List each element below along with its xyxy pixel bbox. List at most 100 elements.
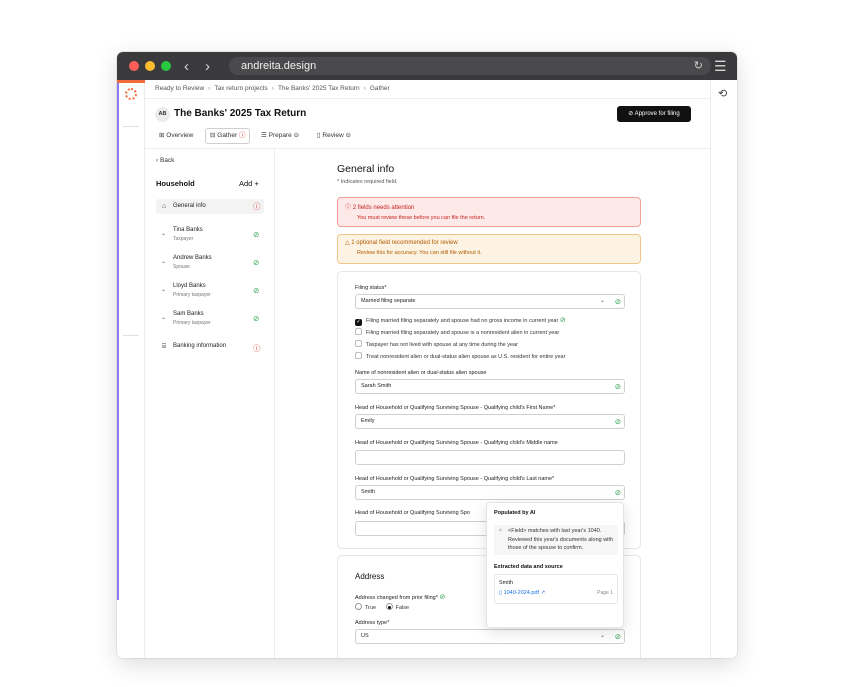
- ai-source-popover: Populated by AI ✧ <Field> matches with l…: [486, 502, 624, 628]
- file-icon: ▯: [499, 590, 503, 596]
- sidebar-item-tina-banks[interactable]: ⌄ Tina Banks Taxpayer ⊘: [156, 227, 264, 245]
- approve-for-filing-button[interactable]: ⊘ Approve for filing: [617, 106, 691, 122]
- input-value: Sarah Smith: [361, 383, 392, 389]
- forward-arrow-icon[interactable]: ›: [205, 58, 210, 75]
- alert-title: 2 fields needs attention: [352, 205, 415, 211]
- source-card: Smith ▯ 1040-2024.pdf ↗ Page 1: [494, 574, 618, 604]
- alert-body: You must review these before you can fil…: [357, 215, 486, 221]
- home-icon: ⌂: [162, 203, 167, 210]
- radio-true[interactable]: [355, 603, 362, 610]
- sidebar-item-label: Lloyd Banks: [173, 283, 206, 289]
- tab-label: Overview: [166, 132, 194, 139]
- bank-icon: ⌸: [162, 343, 167, 350]
- address-type-select[interactable]: US ⌄ ⊘: [355, 629, 625, 644]
- address-heading: Address: [355, 572, 385, 581]
- checkbox[interactable]: [355, 340, 362, 347]
- review-alert: △ 1 optional field recommended for revie…: [337, 234, 641, 264]
- checkbox[interactable]: [355, 328, 362, 335]
- close-window-button[interactable]: [129, 61, 139, 71]
- sidebar-item-andrew-banks[interactable]: ⌄ Andrew Banks Spouse ⊘: [156, 255, 264, 273]
- history-icon[interactable]: ⟲: [718, 87, 727, 100]
- check-circle-icon: ⊘: [628, 111, 634, 117]
- radio-label: True: [365, 605, 377, 611]
- browser-titlebar: ‹ › andreita.design ↻ ☰: [117, 52, 737, 80]
- attention-alert: ⓘ 2 fields needs attention You must revi…: [337, 197, 641, 227]
- spouse-name-input[interactable]: Sarah Smith ⊘: [355, 379, 625, 394]
- field-label-text: Address changed from prior filing*: [355, 595, 438, 601]
- select-value: US: [361, 633, 369, 639]
- breadcrumb-item[interactable]: Tax return projects: [214, 85, 267, 92]
- browser-window: ‹ › andreita.design ↻ ☰ ⟲ Ready to Revie…: [117, 52, 737, 658]
- menu-icon[interactable]: ☰: [714, 58, 727, 75]
- child-first-name-input[interactable]: Emily ⊘: [355, 414, 625, 429]
- avatar: AB: [155, 107, 170, 122]
- checkbox-row[interactable]: Filing married filing separately and spo…: [355, 328, 559, 336]
- grid-icon: ⊞: [159, 132, 165, 139]
- alert-body: Review this for accuracy. You can still …: [357, 250, 482, 256]
- tab-label: Gather: [217, 132, 238, 139]
- table-icon: ⊟: [210, 132, 216, 139]
- filing-status-select[interactable]: Married filing separate ⌄ ⊘: [355, 294, 625, 309]
- check-circle-icon: ⊘: [253, 258, 260, 267]
- minimize-window-button[interactable]: [145, 61, 155, 71]
- alert-circle-icon: ⓘ: [238, 132, 246, 139]
- checkbox-label: Filing married filing separately and spo…: [366, 318, 559, 324]
- tab-label: Prepare: [268, 132, 292, 139]
- rail-accent-line: [117, 80, 119, 600]
- url-text: andreita.design: [241, 60, 317, 72]
- back-label: Back: [159, 157, 175, 164]
- tab-overview[interactable]: ⊞ Overview: [159, 128, 193, 144]
- field-label: Address type*: [355, 620, 390, 626]
- sidebar-item-sam-banks[interactable]: ⌄ Sam Banks Primary taxpayer ⊘: [156, 311, 264, 329]
- checkbox[interactable]: [355, 352, 362, 359]
- chevron-right-icon: ›: [363, 85, 366, 92]
- sidebar-item-lloyd-banks[interactable]: ⌄ Lloyd Banks Primary taxpayer ⊘: [156, 283, 264, 301]
- app-logo-icon[interactable]: [125, 88, 137, 100]
- check-circle-icon: ⊘: [253, 314, 260, 323]
- tab-gather[interactable]: ⊟ Gather ⓘ: [205, 128, 251, 144]
- tab-prepare[interactable]: ☰ Prepare ⊝: [261, 128, 299, 144]
- page-title: The Banks' 2025 Tax Return: [174, 108, 307, 119]
- breadcrumb-item[interactable]: Ready to Review: [155, 85, 204, 92]
- sidebar-item-label: Tina Banks: [173, 227, 203, 233]
- chevron-down-icon: ⌄: [161, 259, 167, 265]
- chevron-down-icon: ⌄: [161, 315, 167, 321]
- child-middle-name-input[interactable]: [355, 450, 625, 465]
- zoom-window-button[interactable]: [161, 61, 171, 71]
- checkbox[interactable]: ✓: [355, 319, 362, 326]
- alert-circle-icon: ⓘ: [345, 205, 352, 211]
- checkbox-row[interactable]: Taxpayer has not lived with spouse at an…: [355, 340, 518, 348]
- sidebar-item-general-info[interactable]: ⌂ General info ⓘ: [156, 199, 264, 214]
- source-file-link[interactable]: ▯ 1040-2024.pdf ↗: [499, 590, 545, 596]
- rail-divider: [123, 335, 139, 336]
- address-bar[interactable]: andreita.design ↻: [229, 57, 711, 75]
- breadcrumb-item[interactable]: The Banks' 2025 Tax Return: [278, 85, 360, 92]
- list-icon: ☰: [261, 132, 267, 139]
- sidebar-item-role: Taxpayer: [173, 236, 194, 242]
- divider: [145, 98, 710, 99]
- sidebar-item-banking-information[interactable]: ⌸ Banking information ⓘ: [156, 343, 264, 355]
- child-last-name-input[interactable]: Smith ⊘: [355, 485, 625, 500]
- radio-false[interactable]: [385, 603, 393, 610]
- tab-label: Review: [322, 132, 344, 139]
- popover-subtitle: Extracted data and source: [494, 564, 563, 570]
- check-circle-icon: ⊘: [614, 382, 621, 391]
- add-member-button[interactable]: Add +: [239, 179, 259, 188]
- chevron-left-icon: ‹: [156, 157, 159, 164]
- sidebar-item-label: Sam Banks: [173, 311, 204, 317]
- sidebar-item-label: General info: [173, 203, 206, 209]
- checkbox-row[interactable]: ✓ Filing married filing separately and sp…: [355, 316, 566, 326]
- back-link[interactable]: ‹ Back: [156, 157, 174, 164]
- back-arrow-icon[interactable]: ‹: [184, 58, 189, 75]
- sparkle-icon: ✧: [498, 528, 503, 534]
- check-circle-icon[interactable]: ⊘: [615, 486, 621, 499]
- input-value: Smith: [361, 489, 376, 495]
- checkbox-row[interactable]: Treat nonresident alien or dual-status a…: [355, 352, 565, 360]
- checkbox-label: Filing married filing separately and spo…: [366, 330, 560, 336]
- page-number: Page 1: [597, 590, 613, 596]
- check-circle-icon: ⊘: [559, 317, 566, 324]
- popover-explanation: ✧ <Field> matches with last year's 1040.…: [494, 525, 618, 555]
- chevron-down-icon: ⌄: [161, 231, 167, 237]
- reload-icon[interactable]: ↻: [694, 57, 703, 75]
- tab-review[interactable]: ▯ Review ⊝: [317, 128, 351, 144]
